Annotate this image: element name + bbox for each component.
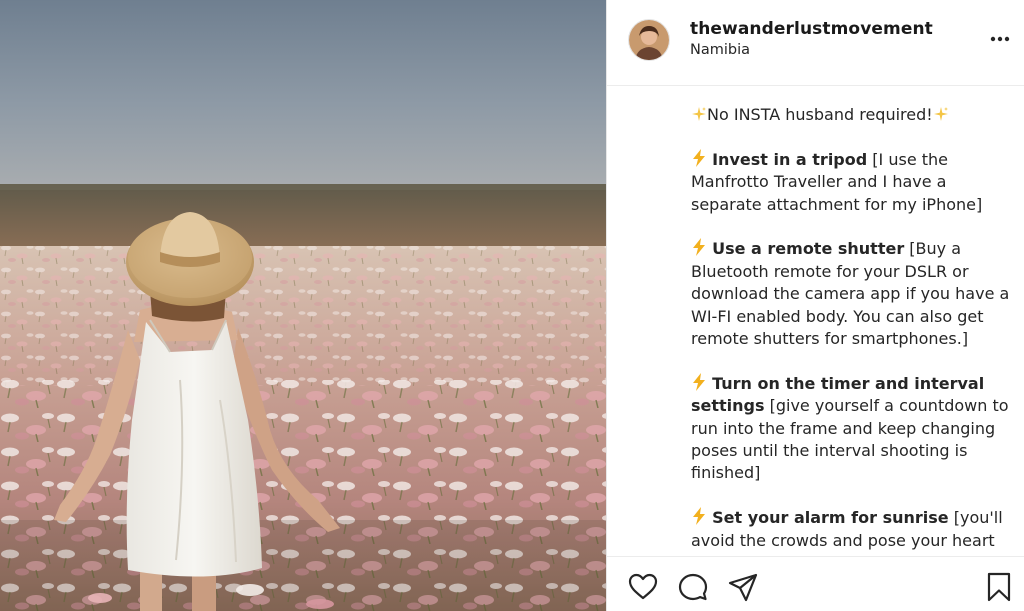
lightning-icon bbox=[691, 148, 707, 171]
lightning-icon bbox=[691, 372, 707, 395]
paper-plane-icon[interactable] bbox=[727, 571, 759, 603]
username-link[interactable]: thewanderlustmovement bbox=[690, 19, 933, 39]
post-side-panel: thewanderlustmovement Namibia No INSTA h… bbox=[606, 0, 1024, 611]
sparkles-icon bbox=[933, 104, 949, 126]
tip-title: Use a remote shutter bbox=[712, 239, 905, 259]
post-header: thewanderlustmovement Namibia bbox=[607, 0, 1024, 86]
tip-title: Invest in a tripod bbox=[712, 149, 868, 169]
instagram-post: thewanderlustmovement Namibia No INSTA h… bbox=[0, 0, 1024, 611]
caption-intro-text: No INSTA husband required! bbox=[707, 105, 933, 124]
action-bar bbox=[607, 556, 1024, 611]
caption-tip: Use a remote shutter [Buy a Bluetooth re… bbox=[691, 238, 1021, 350]
caption-intro: No INSTA husband required! bbox=[691, 104, 1021, 126]
lightning-icon bbox=[691, 507, 707, 529]
avatar[interactable] bbox=[628, 19, 670, 61]
more-options-icon[interactable] bbox=[989, 28, 1011, 50]
caption-tip: Invest in a tripod [I use the Manfrotto … bbox=[691, 148, 1021, 216]
post-caption: No INSTA husband required! Invest in a t… bbox=[691, 104, 1021, 550]
caption-tip: Set your alarm for sunrise [you'll avoid… bbox=[691, 507, 1021, 550]
lightning-icon bbox=[691, 238, 707, 260]
post-photo[interactable] bbox=[0, 0, 606, 611]
sparkles-icon bbox=[691, 104, 707, 126]
bookmark-icon[interactable] bbox=[983, 571, 1015, 603]
caption-tip: Turn on the timer and interval settings … bbox=[691, 372, 1021, 485]
comment-icon[interactable] bbox=[677, 571, 709, 603]
heart-icon[interactable] bbox=[627, 571, 659, 603]
tip-title: Set your alarm for sunrise bbox=[712, 508, 949, 528]
location-link[interactable]: Namibia bbox=[690, 42, 750, 58]
